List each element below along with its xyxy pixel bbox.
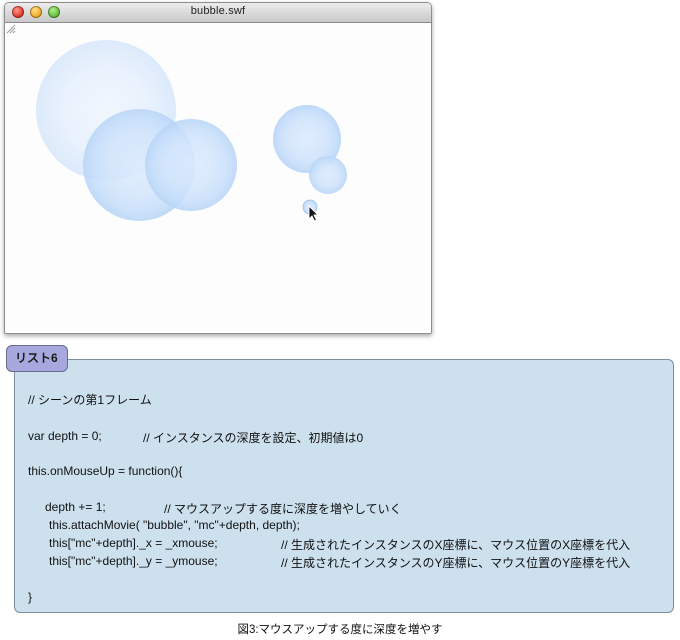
code-comment: // インスタンスの深度を設定、初期値は0 [143, 431, 364, 445]
bubble [309, 156, 347, 194]
swf-stage[interactable] [5, 23, 431, 333]
code-line: this.onMouseUp = function(){ [28, 464, 183, 478]
code-comment: // 生成されたインスタンスのX座標に、マウス位置のX座標を代入 [281, 538, 631, 552]
flash-player-window: bubble.swf [4, 2, 432, 334]
code-block: // シーンの第1フレーム var depth = 0; // インスタンスの深… [15, 360, 673, 612]
code-line: this["mc"+depth]._x = _xmouse; [49, 536, 218, 550]
code-line: // シーンの第1フレーム [28, 393, 152, 407]
bubble [145, 119, 237, 211]
code-line: this.attachMovie( "bubble", "mc"+depth, … [49, 518, 300, 532]
listing-tab: リスト6 [6, 345, 68, 372]
code-line: this["mc"+depth]._y = _ymouse; [49, 554, 218, 568]
code-comment: // マウスアップする度に深度を増やしていく [164, 502, 402, 516]
code-listing-panel: // シーンの第1フレーム var depth = 0; // インスタンスの深… [14, 359, 674, 613]
bubble-canvas[interactable] [5, 23, 431, 333]
code-comment: // 生成されたインスタンスのY座標に、マウス位置のY座標を代入 [281, 556, 631, 570]
window-title: bubble.swf [190, 5, 246, 17]
figure-caption: 図3:マウスアップする度に深度を増やす [237, 624, 443, 636]
code-line: depth += 1; [45, 500, 106, 514]
code-line: var depth = 0; [28, 429, 102, 443]
resize-grip-icon[interactable] [5, 23, 16, 34]
code-line: } [28, 590, 33, 604]
title-bar[interactable]: bubble.swf [5, 3, 431, 23]
